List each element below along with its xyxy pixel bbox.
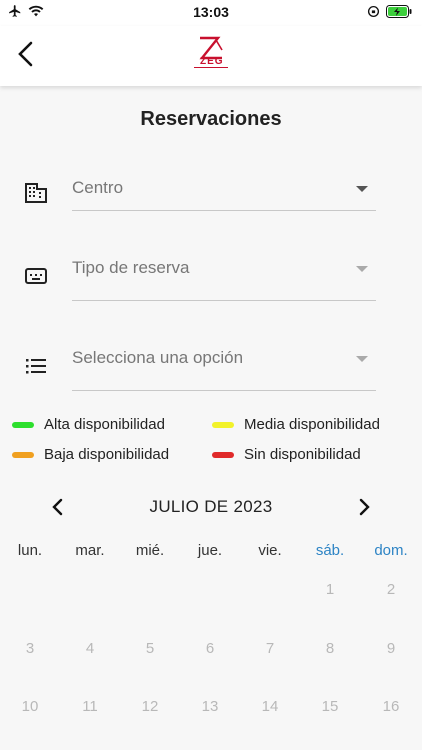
legend-medium-swatch <box>212 421 234 428</box>
legend-medium: Media disponibilidad <box>212 416 380 433</box>
calendar-day[interactable]: 2 <box>371 581 411 598</box>
legend-none: Sin disponibilidad <box>212 446 361 463</box>
reservation-type-select[interactable]: Tipo de reserva <box>72 250 376 301</box>
back-button[interactable] <box>14 40 38 68</box>
battery-charging-icon <box>386 5 412 18</box>
weekday-fri: vie. <box>258 542 282 559</box>
caret-down-icon <box>356 266 368 272</box>
legend-medium-label: Media disponibilidad <box>244 416 380 433</box>
caret-down-icon <box>356 356 368 362</box>
building-icon <box>25 183 47 203</box>
option-select-label: Selecciona una opción <box>72 348 244 367</box>
calendar-day[interactable]: 5 <box>130 640 170 657</box>
keyboard-icon <box>25 268 47 284</box>
next-month-button[interactable] <box>356 497 372 517</box>
weekday-header: lun. mar. mié. jue. vie. sáb. dom. <box>0 542 422 562</box>
calendar-day[interactable]: 7 <box>250 640 290 657</box>
status-bar: 13:03 <box>0 0 422 26</box>
legend-high: Alta disponibilidad <box>12 416 165 433</box>
center-select[interactable]: Centro <box>72 170 376 211</box>
legend-high-label: Alta disponibilidad <box>44 416 165 433</box>
calendar-day[interactable]: 14 <box>250 698 290 715</box>
status-right <box>367 5 412 18</box>
calendar-day[interactable]: 16 <box>371 698 411 715</box>
page-title: Reservaciones <box>140 108 282 130</box>
weekday-sat: sáb. <box>315 542 345 559</box>
legend-low-label: Baja disponibilidad <box>44 446 170 463</box>
option-select[interactable]: Selecciona una opción <box>72 340 376 391</box>
weekday-wed: mié. <box>135 542 165 559</box>
calendar-day[interactable]: 6 <box>190 640 230 657</box>
calendar-day[interactable]: 9 <box>371 640 411 657</box>
calendar-day[interactable]: 4 <box>70 640 110 657</box>
legend-low: Baja disponibilidad <box>12 446 169 463</box>
calendar-day[interactable]: 10 <box>10 698 50 715</box>
calendar-day[interactable]: 13 <box>190 698 230 715</box>
calendar-day[interactable]: 3 <box>10 640 50 657</box>
legend-none-label: Sin disponibilidad <box>244 446 361 463</box>
weekday-tue: mar. <box>75 542 105 559</box>
weekday-mon: lun. <box>17 542 43 559</box>
zeg-logo: ZEG <box>190 36 232 72</box>
calendar-day[interactable]: 8 <box>310 640 350 657</box>
reservation-type-label: Tipo de reserva <box>72 258 190 277</box>
calendar-day[interactable]: 1 <box>310 581 350 598</box>
center-select-label: Centro <box>72 178 124 197</box>
legend-none-swatch <box>212 451 234 458</box>
logo-text: ZEG <box>200 56 224 67</box>
legend-low-swatch <box>12 451 34 458</box>
weekday-sun: dom. <box>374 542 408 559</box>
weekday-thu: jue. <box>197 542 223 559</box>
calendar-day[interactable]: 11 <box>70 698 110 715</box>
caret-down-icon <box>356 186 368 192</box>
calendar-day[interactable]: 15 <box>310 698 350 715</box>
list-icon <box>26 359 46 374</box>
status-time: 13:03 <box>193 4 229 20</box>
orientation-lock-icon <box>367 5 380 18</box>
month-navigation: JULIO DE 2023 <box>0 493 422 521</box>
calendar-day[interactable]: 12 <box>130 698 170 715</box>
app-header: ZEG <box>0 26 422 86</box>
legend-high-swatch <box>12 421 34 428</box>
